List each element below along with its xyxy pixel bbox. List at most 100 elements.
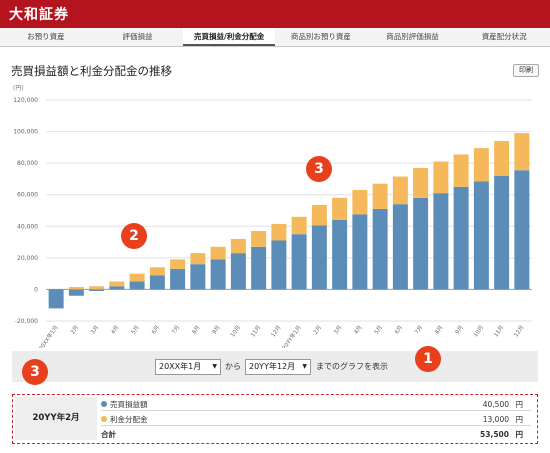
bar-profit <box>129 281 145 290</box>
tab-trading-pl[interactable]: 売買損益/利金分配金 <box>183 28 276 46</box>
page-title: 売買損益額と利金分配金の推移 <box>11 64 172 78</box>
bar-dividend <box>251 231 267 247</box>
range-connector-text: から <box>225 362 241 371</box>
bar-profit <box>473 181 489 290</box>
profit-chart: -20,000 0 20,000 40,000 60,000 80,000 100,000 1… <box>13 97 532 348</box>
bar-dividend <box>332 197 348 220</box>
detail-value: 40,500 <box>482 400 509 409</box>
tab-valuation-pl[interactable]: 評価損益 <box>92 28 184 46</box>
bar-dividend <box>271 223 287 241</box>
x-tick-label: 3月 <box>89 324 100 335</box>
annotation-badge-3: 3 <box>306 156 332 182</box>
y-tick-label: 20,000 <box>17 255 38 262</box>
bar-profit <box>68 289 84 296</box>
x-tick-label: 4月 <box>353 324 364 335</box>
range-from-value: 20XX年1月 <box>159 362 202 371</box>
bar-dividend <box>89 286 105 290</box>
bar-dividend <box>149 267 165 276</box>
x-tick-label: 6月 <box>393 324 404 335</box>
x-tick-label: 2月 <box>312 324 323 335</box>
detail-month: 20YY年2月 <box>15 397 97 440</box>
bar-profit <box>170 268 186 290</box>
detail-total-value: 53,500 <box>480 430 509 439</box>
bar-dividend <box>473 148 489 182</box>
x-tick-label: 20XX年1月 <box>37 324 60 348</box>
bar-dividend <box>352 189 368 215</box>
bar-profit <box>453 186 469 290</box>
bar-profit <box>109 286 125 290</box>
chevron-down-icon: ▼ <box>302 363 307 370</box>
x-tick-label: 20YY年1月 <box>280 324 303 348</box>
detail-table: 20YY年2月 売買損益額 40,500 円 利金分配金 13,000 円 合計… <box>12 394 538 444</box>
bar-profit <box>149 275 165 290</box>
bar-dividend <box>372 183 388 209</box>
bar-profit <box>413 197 429 290</box>
profit-legend-dot-icon <box>101 401 107 407</box>
annotation-badge-2: 2 <box>121 223 147 249</box>
x-tick-label: 10月 <box>472 324 485 338</box>
x-tick-label: 8月 <box>434 324 445 335</box>
chevron-down-icon: ▼ <box>212 363 217 370</box>
bar-dividend <box>494 141 510 176</box>
x-tick-label: 12月 <box>270 324 283 338</box>
detail-label: 利金分配金 <box>110 415 148 424</box>
detail-row-dividend: 利金分配金 13,000 円 <box>101 413 531 426</box>
y-tick-label: 0 <box>34 286 38 293</box>
annotation-badge-1: 1 <box>415 346 441 372</box>
bar-profit <box>271 240 287 290</box>
detail-total-label: 合計 <box>101 430 116 439</box>
tab-deposit-assets[interactable]: お預り資産 <box>0 28 92 46</box>
brand-logo: 大和証券 <box>9 7 69 23</box>
detail-unit: 円 <box>515 415 524 424</box>
x-tick-label: 7月 <box>170 324 181 335</box>
detail-unit: 円 <box>515 400 524 409</box>
bar-profit <box>433 193 449 290</box>
annotation-badge-3-detail: 3 <box>22 359 48 385</box>
x-tick-label: 9月 <box>454 324 465 335</box>
x-tick-label: 10月 <box>229 324 242 338</box>
bar-profit <box>48 289 64 309</box>
range-action-text: までのグラフを表示 <box>316 362 388 371</box>
range-from-select[interactable]: 20XX年1月 ▼ <box>155 359 221 375</box>
bar-profit <box>392 204 408 290</box>
bar-profit <box>190 264 206 290</box>
range-to-select[interactable]: 20YY年12月 ▼ <box>245 359 311 375</box>
bar-profit <box>210 259 226 290</box>
tab-assets-by-product[interactable]: 商品別お預り資産 <box>275 28 367 46</box>
detail-total-unit: 円 <box>515 430 524 439</box>
bar-dividend <box>392 176 408 205</box>
bar-dividend <box>210 246 226 260</box>
tab-valuation-by-product[interactable]: 商品別評価損益 <box>367 28 459 46</box>
x-tick-label: 7月 <box>413 324 424 335</box>
bar-dividend <box>170 259 186 269</box>
bar-dividend <box>453 154 469 187</box>
bar-profit <box>291 234 307 290</box>
y-tick-label: 40,000 <box>17 223 38 230</box>
print-button[interactable]: 印刷 <box>513 64 539 77</box>
x-tick-label: 9月 <box>211 324 222 335</box>
bar-profit <box>514 170 530 290</box>
range-to-value: 20YY年12月 <box>249 362 296 371</box>
bar-profit <box>230 253 246 290</box>
main-tabs: お預り資産 評価損益 売買損益/利金分配金 商品別お預り資産 商品別評価損益 資… <box>0 28 550 47</box>
bar-profit <box>494 175 510 290</box>
bar-dividend <box>433 161 449 194</box>
tab-asset-allocation[interactable]: 資産配分状況 <box>458 28 550 46</box>
x-tick-label: 6月 <box>150 324 161 335</box>
x-tick-label: 4月 <box>110 324 121 335</box>
x-tick-label: 8月 <box>191 324 202 335</box>
bar-profit <box>311 225 327 290</box>
y-tick-label: 100,000 <box>13 129 38 136</box>
bar-dividend <box>190 253 206 265</box>
bar-dividend <box>129 273 145 282</box>
x-tick-label: 3月 <box>332 324 343 335</box>
detail-row-total: 合計 53,500 円 <box>101 428 531 441</box>
dividend-legend-dot-icon <box>101 416 107 422</box>
detail-label: 売買損益額 <box>110 400 148 409</box>
bar-dividend <box>291 216 307 235</box>
detail-row-profit: 売買損益額 40,500 円 <box>101 398 531 411</box>
x-tick-label: 11月 <box>492 324 505 338</box>
x-tick-label: 5月 <box>373 324 384 335</box>
bar-profit <box>89 289 105 292</box>
y-tick-label: 120,000 <box>13 97 38 104</box>
